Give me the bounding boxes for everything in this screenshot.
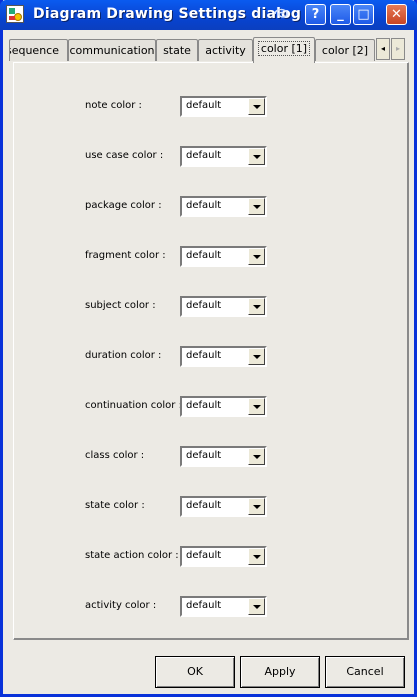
color-select[interactable]: default [180,496,267,517]
tab-label: color [2] [321,44,369,57]
tab-strip: sequence communication state activity co… [9,37,409,63]
dropdown-arrow-icon[interactable] [248,398,265,415]
dropdown-arrow-icon[interactable] [248,98,265,115]
tab-scroll-left-icon[interactable]: ◂ [376,38,390,60]
color-select-value: default [186,300,222,311]
close-button[interactable]: ✕ [386,4,407,25]
dropdown-arrow-icon[interactable] [248,448,265,465]
dropdown-arrow-icon[interactable] [248,148,265,165]
color-select[interactable]: default [180,196,267,217]
color-setting-label: duration color : [85,350,162,361]
color-select-value: default [186,350,222,361]
color-setting-label: continuation color : [85,400,182,411]
tab-sequence[interactable]: sequence [9,39,68,61]
color-select-value: default [186,250,222,261]
color-setting-label: subject color : [85,300,156,311]
color-setting-label: class color : [85,450,145,461]
swirl-icon [274,8,288,18]
dropdown-arrow-icon[interactable] [248,298,265,315]
color-select[interactable]: default [180,396,267,417]
dropdown-arrow-icon[interactable] [248,548,265,565]
window-title: Diagram Drawing Settings dialog [33,6,302,22]
tab-label: state [163,44,191,57]
dropdown-arrow-icon[interactable] [248,498,265,515]
color-select-value: default [186,200,222,211]
color-setting-label: state color : [85,500,145,511]
minimize-button[interactable]: _ [330,4,351,25]
tab-label: sequence [9,44,59,57]
app-icon [6,5,24,23]
color-setting-label: activity color : [85,600,157,611]
tab-label: activity [205,44,246,57]
tab-color-1[interactable]: color [1] [253,37,315,63]
color-select-value: default [186,400,222,411]
dropdown-arrow-icon[interactable] [248,198,265,215]
title-bar[interactable]: Diagram Drawing Settings dialog ? _ □ ✕ [0,0,417,30]
color-select[interactable]: default [180,246,267,267]
color-setting-label: package color : [85,200,162,211]
apply-button[interactable]: Apply [240,656,320,688]
color-select-value: default [186,600,222,611]
tab-label: color [1] [257,41,311,56]
dropdown-arrow-icon[interactable] [248,248,265,265]
tab-state[interactable]: state [156,39,198,61]
color-select[interactable]: default [180,96,267,117]
color-select-value: default [186,450,222,461]
color-select[interactable]: default [180,546,267,567]
color-setting-label: use case color : [85,150,164,161]
color-select-value: default [186,550,222,561]
maximize-button[interactable]: □ [353,4,374,25]
cancel-button[interactable]: Cancel [325,656,405,688]
dropdown-arrow-icon[interactable] [248,348,265,365]
color-select[interactable]: default [180,346,267,367]
tab-activity[interactable]: activity [198,39,253,61]
color-setting-label: state action color : [85,550,179,561]
tab-label: communication [69,44,155,57]
color-select[interactable]: default [180,446,267,467]
dropdown-arrow-icon[interactable] [248,598,265,615]
tab-communication[interactable]: communication [68,39,156,61]
tab-color-2[interactable]: color [2] [315,39,375,61]
dialog-window: Diagram Drawing Settings dialog ? _ □ ✕ … [0,0,417,697]
color-select[interactable]: default [180,296,267,317]
color-settings-panel: note color : default use case color : defau… [13,62,409,640]
color-select-value: default [186,500,222,511]
color-select-value: default [186,100,222,111]
ok-button[interactable]: OK [155,656,235,688]
help-button[interactable]: ? [305,4,326,25]
color-select[interactable]: default [180,596,267,617]
tab-scroll-right-icon[interactable]: ▸ [391,38,405,60]
color-select[interactable]: default [180,146,267,167]
color-select-value: default [186,150,222,161]
color-setting-label: note color : [85,100,142,111]
color-setting-label: fragment color : [85,250,166,261]
